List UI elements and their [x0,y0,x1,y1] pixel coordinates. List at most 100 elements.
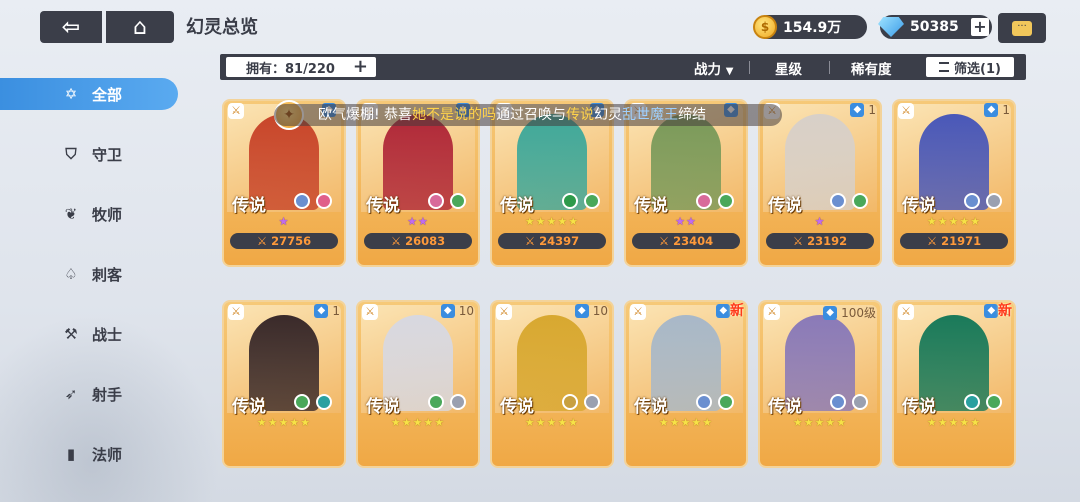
home-icon: ⌂ [133,14,147,40]
hero-card[interactable]: ⚔ ◆ 10 传说 ★★★★★ [356,300,480,468]
level-badge-icon: ◆ [823,305,838,320]
star-rating: ★★ [407,215,429,228]
element-icon [986,193,1002,209]
combat-power-value: 21971 [941,234,982,248]
home-button[interactable]: ⌂ [106,11,174,43]
combat-power-value: 27756 [271,234,312,248]
back-arrow-icon: ⇦ [61,14,81,40]
star-rating: ★★★★★ [926,215,982,228]
hero-card[interactable]: ⚔ ◆ 1 新传说 ★★★★★ [624,300,748,468]
new-badge: 新 [998,303,1012,319]
rarity-label: 传说 [902,397,936,417]
sidebar-item-all[interactable]: ✡ 全部 [0,78,178,110]
sidebar-item-label: 刺客 [92,265,123,284]
level-badge-icon: ◆ [314,304,329,318]
element-icon [964,394,980,410]
element-icon [562,394,578,410]
rarity-label: 传说 [768,196,802,216]
level-tag: ◆ 1 [314,304,340,318]
filter-icon [939,62,950,72]
star-rating: ★★★★★ [256,416,312,429]
level-tag: ◆ 1 [850,103,876,117]
element-icon [562,193,578,209]
sort-stars[interactable]: 星级 [775,58,802,78]
hero-level: 100级 [841,306,876,320]
rarity-label: 传说 [232,397,266,417]
hero-card[interactable]: ⚔ ◆ 1 传说 ★★★★★ ⚔ 21971 [892,99,1016,267]
hero-card[interactable]: ⚔ ◆ 100级传说 ★★★★★ [758,300,882,468]
star-rating: ★★★★★ [524,416,580,429]
chat-button[interactable]: ··· [998,13,1046,43]
rarity-label: 传说 [500,397,534,417]
crossed-swords-icon: ⚔ [390,234,406,248]
rarity-label: 传说 [768,397,802,417]
sort-power-label: 战力 [694,62,721,78]
star-outline-icon: ✡ [64,85,78,103]
diamond-icon [878,17,904,37]
star-rating: ★ [278,215,290,228]
element-icon [316,394,332,410]
star-rating: ★★★★★ [524,215,580,228]
combat-power-value: 26083 [405,234,446,248]
level-badge-icon: ◆ [984,103,999,117]
star-rating: ★★★★★ [792,416,848,429]
level-badge-icon: ◆ [716,304,731,318]
gem-amount: 50385 [910,19,959,35]
star-rating: ★★★★★ [390,416,446,429]
filter-label: 筛选(1) [954,61,1001,77]
new-badge: 新 [730,303,744,319]
page-title: 幻灵总览 [186,17,258,38]
rarity-label: 传说 [232,196,266,216]
class-icon: ⚔ [362,304,378,320]
sidebar-item-guardian[interactable]: ⛉ 守卫 [0,138,178,170]
gold-coin-icon: $ [753,15,777,39]
star-rating: ★★★★★ [658,416,714,429]
hero-card[interactable]: ⚔ ◆ 1 传说 ★★★★★ [222,300,346,468]
sidebar-item-priest[interactable]: ❦ 牧师 [0,198,178,230]
sidebar-item-assassin[interactable]: ♤ 刺客 [0,258,178,290]
filter-button[interactable]: 筛选(1) [926,57,1014,77]
combat-power: ⚔ 23404 [632,233,740,249]
combat-power: ⚔ 21971 [900,233,1008,249]
crossed-swords-icon: ⚔ [524,234,540,248]
owned-count-label: 拥有：81/220 [246,61,335,77]
chat-bubble-icon: ··· [1012,20,1032,36]
owned-count[interactable]: 拥有：81/220 + [226,57,376,77]
sort-rarity[interactable]: 稀有度 [851,58,892,78]
hero-card[interactable]: ⚔ ◆ 10 传说 ★★★★★ [490,300,614,468]
add-gems-button[interactable]: + [971,18,989,36]
class-icon: ⚔ [764,304,780,320]
announcement-text: 缔结 [678,107,707,123]
element-icon [852,394,868,410]
sidebar-item-mage[interactable]: ▮ 法师 [0,438,178,470]
class-icon: ⚔ [228,304,244,320]
element-icon [696,394,712,410]
element-icon [294,394,310,410]
combat-power-value: 23404 [673,234,714,248]
divider [829,61,830,74]
sort-power[interactable]: 战力 ▼ [694,58,733,78]
element-icon [986,394,1002,410]
announcement-text: 欧气爆棚! 恭喜 [318,107,413,123]
announcement-text: 通过召唤与 [496,107,567,123]
level-badge-icon: ◆ [984,304,999,318]
back-button[interactable]: ⇦ [40,11,102,43]
combat-power-value: 24397 [539,234,580,248]
sidebar-item-archer[interactable]: ➶ 射手 [0,378,178,410]
element-icon [718,193,734,209]
book-icon: ▮ [66,445,76,463]
axe-icon: ⚒ [64,325,78,343]
sidebar-item-warrior[interactable]: ⚒ 战士 [0,318,178,350]
class-icon: ⚔ [496,304,512,320]
class-icon: ⚔ [630,304,646,320]
announcement-rarity: 传说 [566,107,595,123]
announcement-hero: 乱世魔王 [622,107,679,123]
level-tag: ◆ 100级 [823,304,876,321]
element-icon [964,193,980,209]
combat-power: ⚔ 24397 [498,233,606,249]
expand-plus-icon: + [352,56,368,77]
announcement-player: 她不是说的吗 [412,107,497,123]
wings-icon: ❦ [64,205,78,223]
hero-card[interactable]: ⚔ ◆ 1 新传说 ★★★★★ [892,300,1016,468]
level-tag: ◆ 10 [440,304,474,318]
